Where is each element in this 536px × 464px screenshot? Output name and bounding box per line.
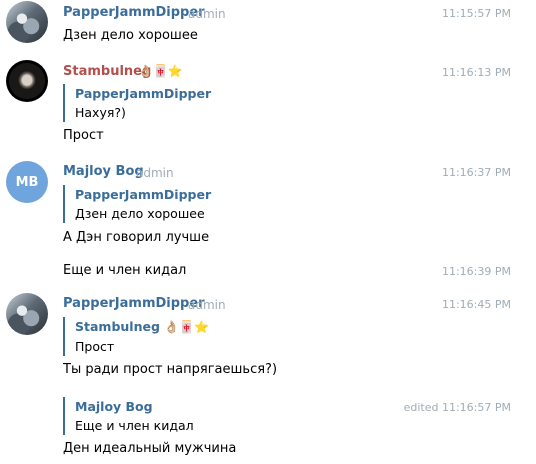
avatar-stambulneg[interactable] <box>6 60 48 102</box>
role-badge: admin <box>136 166 174 180</box>
author-name[interactable]: Majloy Bog <box>63 164 144 179</box>
reply-author-name: Stambulneg <box>75 319 160 334</box>
message-time: 11:16:45 PM <box>441 298 511 311</box>
role-badge: admin <box>188 7 226 21</box>
message-text: Дзен дело хорошее <box>63 28 198 43</box>
message-time: 11:16:37 PM <box>441 166 511 179</box>
role-badge: admin <box>188 298 226 312</box>
reply-text: Нахуя?) <box>75 105 126 120</box>
avatar-papperjammdipper[interactable] <box>6 1 48 43</box>
reply-author: Stambulneg 👌🏼🀄⭐ <box>75 317 209 337</box>
message-time: 11:16:13 PM <box>441 66 511 79</box>
reply-quote[interactable]: Majloy Bog Еще и член кидал <box>63 397 194 435</box>
message-time: edited 11:16:57 PM <box>403 401 511 414</box>
message-time: 11:15:57 PM <box>441 7 511 20</box>
author-name[interactable]: PapperJammDipper <box>63 296 205 311</box>
avatar-papperjammdipper[interactable] <box>6 293 48 335</box>
message-text: Прост <box>63 128 104 143</box>
reply-author: Majloy Bog <box>75 399 153 414</box>
message-text: А Дэн говорил лучше <box>63 230 210 245</box>
reply-text: Еще и член кидал <box>75 418 194 433</box>
reply-author: PapperJammDipper <box>75 187 212 202</box>
chat-history: PapperJammDipper admin 11:15:57 PM Дзен … <box>0 0 536 464</box>
message-time: 11:16:39 PM <box>441 265 511 278</box>
message-text: Ты ради прост напрягаешься?) <box>63 362 278 377</box>
author-name[interactable]: PapperJammDipper <box>63 5 205 20</box>
reply-text: Дзен дело хорошее <box>75 206 205 221</box>
message-text: Еще и член кидал <box>63 263 187 278</box>
reply-quote[interactable]: PapperJammDipper Дзен дело хорошее <box>63 185 211 223</box>
status-emoji: 👌🏼🀄⭐ <box>138 64 183 78</box>
reply-quote[interactable]: Stambulneg 👌🏼🀄⭐ Прост <box>63 317 209 356</box>
message-text: Ден идеальный мужчина <box>63 441 237 456</box>
avatar-majloy-bog[interactable]: MB <box>6 161 48 203</box>
reply-quote[interactable]: PapperJammDipper Нахуя?) <box>63 84 211 122</box>
reply-text: Прост <box>75 339 115 354</box>
reply-status-emoji: 👌🏼🀄⭐ <box>164 320 210 334</box>
reply-author: PapperJammDipper <box>75 86 212 101</box>
